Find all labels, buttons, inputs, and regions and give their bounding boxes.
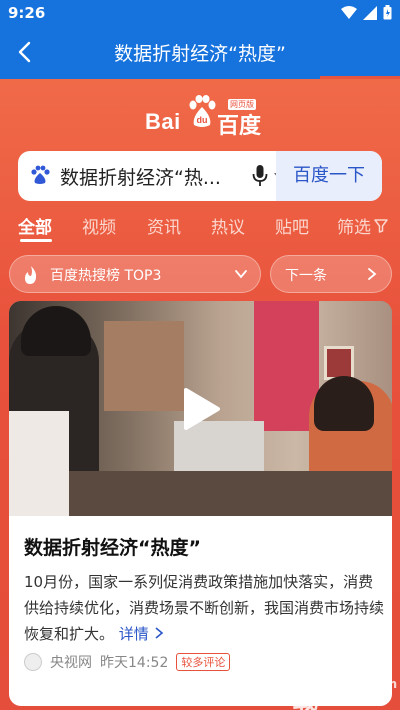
- article-headline[interactable]: 数据折射经济“热度”: [24, 533, 201, 560]
- article-source[interactable]: 央视网: [50, 652, 92, 672]
- paw-icon: [31, 165, 50, 184]
- counter: [69, 471, 392, 516]
- search-input[interactable]: 数据折射经济“热...: [60, 163, 230, 190]
- details-link-label: 详情: [118, 625, 154, 643]
- app-bar: 数据折射经济“热度”: [0, 28, 400, 76]
- next-item-button[interactable]: 下一条: [270, 255, 392, 293]
- article-summary: 10月份，国家一系列促消费政策措施加快落实，消费供给持续优化，消费场景不断创新，…: [24, 569, 384, 647]
- status-icons: [341, 5, 392, 20]
- video-thumbnail[interactable]: [9, 301, 392, 516]
- comments-badge: 较多评论: [176, 653, 231, 671]
- logo-word: Bai: [145, 109, 181, 134]
- baidu-result-page: Bai du 网页版 百度 数据折射经济“热... 百度一下 全部 视频 资讯: [0, 79, 400, 710]
- tab-news[interactable]: 资讯: [147, 213, 181, 238]
- status-time: 9:26: [8, 4, 46, 22]
- signal-icon: [363, 5, 377, 20]
- chevron-right-icon: [368, 268, 377, 280]
- hot-list-dropdown[interactable]: 百度热搜榜 TOP3: [9, 255, 261, 293]
- logo-paw-text: du: [197, 115, 208, 125]
- tab-video[interactable]: 视频: [82, 213, 116, 238]
- chevron-right-small-icon: [155, 627, 163, 639]
- page-title: 数据折射经济“热度”: [114, 43, 286, 65]
- person-right-hair: [314, 376, 374, 431]
- logo-brand: 百度: [217, 114, 262, 139]
- search-button[interactable]: 百度一下: [276, 151, 382, 201]
- filter-label: 筛选: [337, 218, 371, 238]
- search-box: 数据折射经济“热... 百度一下: [18, 151, 382, 201]
- wall-frame: [324, 346, 354, 380]
- hot-list-label: 百度热搜榜 TOP3: [50, 268, 162, 284]
- person-left-shirt: [9, 411, 69, 516]
- active-tab-indicator: [20, 239, 52, 242]
- tab-tieba[interactable]: 贴吧: [275, 213, 309, 238]
- article-time: 昨天14:52: [100, 655, 169, 671]
- watermark-logo-icon: [241, 645, 289, 693]
- funnel-icon: [374, 218, 388, 233]
- wifi-icon: [341, 5, 357, 19]
- source-logo-icon: [24, 653, 42, 671]
- flame-icon: [25, 266, 37, 284]
- watermark: 飞翔下载 www.fxxz.com: [240, 639, 400, 710]
- result-tabs: 全部 视频 资讯 热议 贴吧 筛选: [18, 211, 388, 245]
- battery-icon: [383, 5, 392, 20]
- microphone-icon[interactable]: [252, 165, 268, 187]
- baidu-logo[interactable]: Bai du 网页版 百度: [145, 95, 265, 139]
- article-meta: 央视网 昨天14:52 较多评论: [24, 651, 231, 673]
- next-item-label: 下一条: [285, 268, 327, 284]
- tab-all[interactable]: 全部: [18, 213, 52, 238]
- article-summary-text: 10月份，国家一系列促消费政策措施加快落实，消费供给持续优化，消费场景不断创新，…: [24, 573, 385, 643]
- tab-hot-discussion[interactable]: 热议: [211, 213, 245, 238]
- play-icon[interactable]: [182, 387, 220, 431]
- chevron-down-icon: [235, 270, 247, 279]
- shelf-display: [104, 321, 184, 411]
- filter-button[interactable]: 筛选: [337, 213, 388, 238]
- status-bar: 9:26: [0, 0, 400, 28]
- baidu-paw-icon: du: [189, 95, 216, 127]
- details-link[interactable]: 详情: [119, 625, 164, 643]
- watermark-url: www.fxxz.com: [300, 677, 398, 691]
